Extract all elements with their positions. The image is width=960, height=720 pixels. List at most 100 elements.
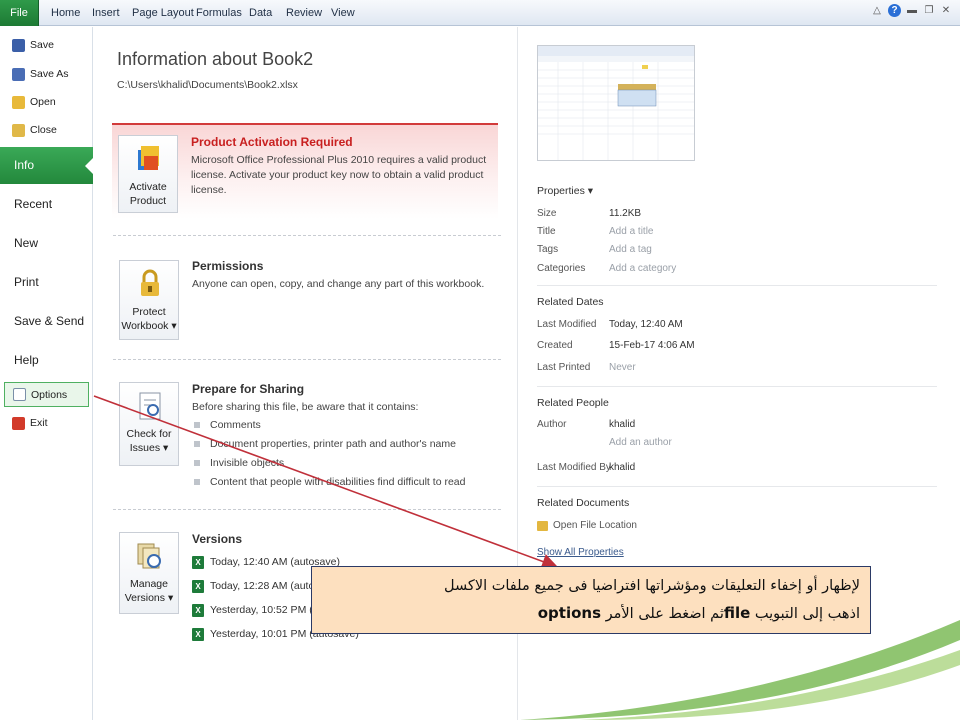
manage-versions-icon <box>137 543 161 569</box>
tab-file[interactable]: File <box>0 0 39 26</box>
prop-value[interactable]: khalid <box>609 419 635 430</box>
show-all-properties-link[interactable]: Show All Properties <box>537 547 737 558</box>
prop-value: 15-Feb-17 4:06 AM <box>609 340 695 351</box>
activate-product-label-1: Activate <box>129 181 167 193</box>
activation-section: Activate Product Product Activation Requ… <box>112 123 498 219</box>
excel-file-icon: X <box>192 579 204 593</box>
sharing-list: Comments Document properties, printer pa… <box>192 416 497 492</box>
file-path: C:\Users\khalid\Documents\Book2.xlsx <box>117 79 298 91</box>
activate-product-icon <box>138 146 159 170</box>
check-for-issues-label-2: Issues ▾ <box>129 442 169 454</box>
save-as-icon <box>12 67 25 81</box>
add-author-input[interactable]: Add an author <box>609 437 672 448</box>
divider <box>113 359 501 360</box>
related-dates-header: Related Dates <box>537 296 604 308</box>
activation-text: Microsoft Office Professional Plus 2010 … <box>191 154 487 196</box>
divider <box>113 509 501 510</box>
prop-label: Last Modified <box>537 319 597 330</box>
tab-insert[interactable]: Insert <box>92 0 120 26</box>
lock-icon <box>141 269 159 296</box>
prop-label: Categories <box>537 263 586 274</box>
nav-save[interactable]: Save <box>12 36 54 54</box>
callout-keyword-options: options <box>537 604 602 622</box>
ribbon-tab-bar: File Home Insert Page Layout Formulas Da… <box>0 0 960 26</box>
nav-options-label: Options <box>31 388 68 401</box>
nav-exit[interactable]: Exit <box>12 414 48 432</box>
check-issues-icon <box>139 392 161 420</box>
nav-close-label: Close <box>30 124 57 136</box>
sharing-text: Before sharing this file, be aware that … <box>192 401 419 413</box>
check-for-issues-label-1: Check for <box>126 428 172 440</box>
manage-versions-button[interactable]: Manage Versions ▾ <box>119 532 179 614</box>
tab-data[interactable]: Data <box>249 0 272 26</box>
nav-save-send[interactable]: Save & Send <box>14 314 84 328</box>
backstage-nav: Save Save As Open Close Info Recent New … <box>0 27 94 720</box>
permissions-title: Permissions <box>192 259 264 273</box>
nav-info[interactable]: Info <box>0 147 94 184</box>
minimize-icon[interactable]: ▬ <box>906 5 918 17</box>
versions-title: Versions <box>192 532 243 546</box>
nav-new[interactable]: New <box>14 236 38 250</box>
page-title: Information about Book2 <box>117 49 314 69</box>
prop-label: Tags <box>537 244 559 255</box>
list-item: Invisible objects <box>192 454 497 473</box>
divider <box>537 486 937 487</box>
excel-file-icon: X <box>192 627 204 641</box>
callout-keyword-file: file <box>723 604 751 622</box>
exit-icon <box>12 416 25 430</box>
ribbon-minimize-icon[interactable]: △ <box>871 5 883 17</box>
callout-text: اذهب إلى التبويب <box>754 606 860 622</box>
instruction-callout: لإظهار أو إخفاء التعليقات ومؤشراتها افتر… <box>311 566 871 634</box>
nav-save-label: Save <box>30 39 54 51</box>
nav-options[interactable]: Options <box>4 382 89 407</box>
help-icon[interactable]: ? <box>888 4 901 17</box>
activate-product-button[interactable]: Activate Product <box>118 135 178 213</box>
prop-value: khalid <box>609 462 636 473</box>
open-folder-icon <box>12 95 25 109</box>
open-file-location-label: Open File Location <box>553 520 637 531</box>
manage-versions-label-2: Versions ▾ <box>124 592 174 604</box>
nav-close[interactable]: Close <box>12 121 57 139</box>
prop-label: Author <box>537 419 567 430</box>
prop-label: Created <box>537 340 573 351</box>
tab-review[interactable]: Review <box>286 0 322 26</box>
window-controls: △ ? ▬ ❐ ✕ <box>871 4 952 17</box>
nav-help[interactable]: Help <box>14 353 39 367</box>
folder-icon <box>537 520 548 531</box>
prop-value: Never <box>609 362 636 373</box>
tab-formulas[interactable]: Formulas <box>196 0 242 26</box>
divider <box>537 386 937 387</box>
thumbnail-image <box>538 46 694 160</box>
nav-save-as[interactable]: Save As <box>12 65 69 83</box>
properties-header[interactable]: Properties ▾ <box>537 185 593 197</box>
list-item: Content that people with disabilities fi… <box>192 473 497 492</box>
tags-input[interactable]: Add a tag <box>609 244 652 255</box>
tab-view[interactable]: View <box>331 0 355 26</box>
protect-workbook-label-1: Protect <box>132 306 166 318</box>
tab-page-layout[interactable]: Page Layout <box>132 0 194 26</box>
workbook-thumbnail <box>537 45 695 161</box>
open-file-location-link[interactable]: Open File Location <box>537 520 737 531</box>
sharing-title: Prepare for Sharing <box>192 382 305 396</box>
categories-input[interactable]: Add a category <box>609 263 676 274</box>
prop-label: Last Printed <box>537 362 591 373</box>
prop-value: Today, 12:40 AM <box>609 319 683 330</box>
callout-line-2: اذهب إلى التبويب fileثم اضغط على الأمر o… <box>322 600 860 628</box>
activation-title: Product Activation Required <box>191 135 353 149</box>
prop-value: 11.2KB <box>609 208 642 219</box>
check-for-issues-button[interactable]: Check for Issues ▾ <box>119 382 179 466</box>
nav-open[interactable]: Open <box>12 93 56 111</box>
callout-text: ثم اضغط على الأمر <box>605 606 724 622</box>
tab-home[interactable]: Home <box>51 0 80 26</box>
divider <box>537 285 937 286</box>
protect-workbook-button[interactable]: Protect Workbook ▾ <box>119 260 179 340</box>
activate-product-label-2: Product <box>129 195 167 207</box>
restore-icon[interactable]: ❐ <box>923 5 935 17</box>
nav-recent[interactable]: Recent <box>14 197 52 211</box>
close-icon[interactable]: ✕ <box>940 5 952 17</box>
callout-line-1: لإظهار أو إخفاء التعليقات ومؤشراتها افتر… <box>444 578 860 594</box>
related-people-header: Related People <box>537 397 609 409</box>
close-folder-icon <box>12 123 25 137</box>
title-input[interactable]: Add a title <box>609 226 653 237</box>
nav-print[interactable]: Print <box>14 275 39 289</box>
